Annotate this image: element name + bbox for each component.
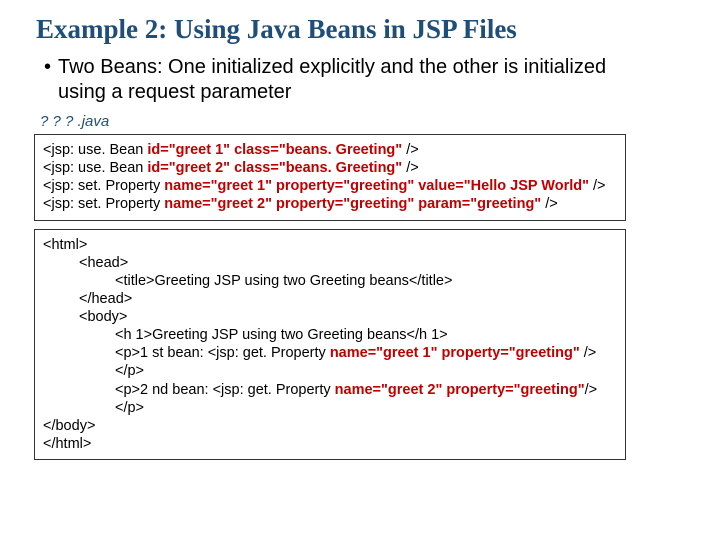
- code-line: <p>2 nd bean: <jsp: get. Property name="…: [43, 381, 617, 417]
- code-line: </body>: [43, 417, 617, 435]
- code-text: />: [402, 160, 419, 176]
- code-text: <p>2 nd bean: <jsp: get. Property: [115, 382, 335, 398]
- code-line: <jsp: use. Bean id="greet 1" class="bean…: [43, 141, 617, 159]
- code-line: <body>: [43, 308, 617, 326]
- code-line: <jsp: use. Bean id="greet 2" class="bean…: [43, 159, 617, 177]
- bullet-content: Two Beans: One initialized explicitly an…: [58, 56, 606, 103]
- bullet-dot: •: [44, 55, 58, 80]
- code-text: />: [541, 196, 558, 212]
- code-line: <p>1 st bean: <jsp: get. Property name="…: [43, 344, 617, 380]
- code-box-1: <jsp: use. Bean id="greet 1" class="bean…: [34, 134, 626, 221]
- code-text: <jsp: use. Bean: [43, 142, 147, 158]
- code-line: <h 1>Greeting JSP using two Greeting bea…: [43, 326, 617, 344]
- code-line: <jsp: set. Property name="greet 1" prope…: [43, 177, 617, 195]
- code-text: />: [402, 142, 419, 158]
- code-text: <jsp: set. Property: [43, 196, 164, 212]
- code-attr: name="greet 1" property="greeting" value…: [164, 178, 589, 194]
- code-attr: name="greet 1" property="greeting": [330, 345, 580, 361]
- code-line: <html>: [43, 236, 617, 254]
- slide-title: Example 2: Using Java Beans in JSP Files: [36, 14, 630, 45]
- code-line: <head>: [43, 254, 617, 272]
- code-attr: name="greet 2" property="greeting": [335, 382, 585, 398]
- code-attr: name="greet 2" property="greeting" param…: [164, 196, 541, 212]
- code-attr: id="greet 2" class="beans. Greeting": [147, 160, 402, 176]
- code-attr: id="greet 1" class="beans. Greeting": [147, 142, 402, 158]
- code-box-2: <html> <head> <title>Greeting JSP using …: [34, 229, 626, 461]
- code-text: <p>1 st bean: <jsp: get. Property: [115, 345, 330, 361]
- code-text: <jsp: use. Bean: [43, 160, 147, 176]
- code-line: <title>Greeting JSP using two Greeting b…: [43, 272, 617, 290]
- code-text: />: [589, 178, 606, 194]
- code-line: </html>: [43, 435, 617, 453]
- code-text: <jsp: set. Property: [43, 178, 164, 194]
- code-line: </head>: [43, 290, 617, 308]
- filename-label: ? ? ? .java: [40, 113, 630, 130]
- code-line: <jsp: set. Property name="greet 2" prope…: [43, 195, 617, 213]
- bullet-text: •Two Beans: One initialized explicitly a…: [58, 55, 630, 105]
